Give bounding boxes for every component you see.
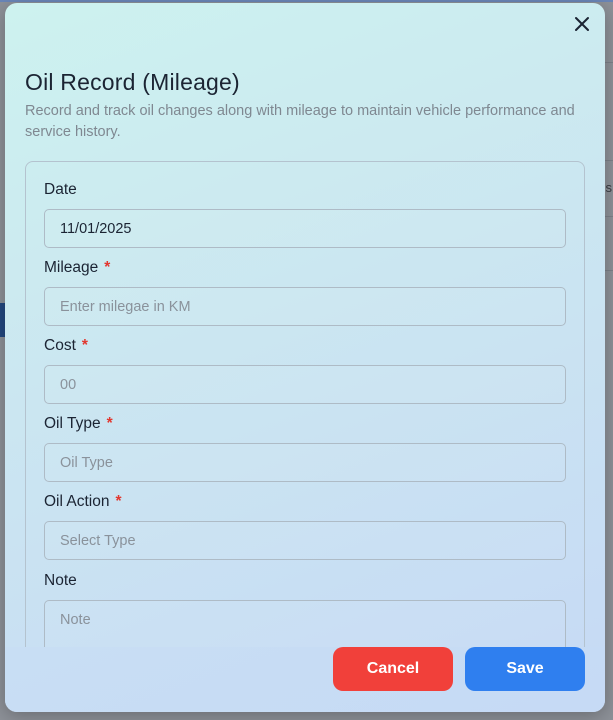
oil-record-dialog: Oil Record (Mileage) Record and track oi… [5, 3, 605, 712]
mileage-label: Mileage * [44, 259, 111, 276]
close-button[interactable] [571, 13, 593, 35]
backdrop-partial-text: s [605, 180, 613, 195]
required-marker: * [81, 337, 88, 354]
mileage-input[interactable]: Enter milegae in KM [44, 287, 566, 326]
required-marker: * [115, 493, 122, 510]
note-label: Note [44, 572, 77, 589]
oil-type-label: Oil Type * [44, 415, 113, 432]
dialog-subtitle: Record and track oil changes along with … [25, 103, 575, 140]
cost-input[interactable]: 00 [44, 365, 566, 404]
date-label: Date [44, 181, 77, 198]
dialog-title: Oil Record (Mileage) [25, 69, 240, 95]
oil-action-select[interactable]: Select Type [44, 521, 566, 560]
cost-label: Cost * [44, 337, 88, 354]
backdrop-top-bar [0, 0, 613, 2]
date-input[interactable]: 11/01/2025 [44, 209, 566, 248]
oil-type-input[interactable]: Oil Type [44, 443, 566, 482]
close-icon [575, 17, 589, 31]
cancel-button[interactable]: Cancel [333, 647, 453, 691]
oil-action-label: Oil Action * [44, 493, 122, 510]
save-button[interactable]: Save [465, 647, 585, 691]
required-marker: * [104, 259, 111, 276]
required-marker: * [106, 415, 113, 432]
